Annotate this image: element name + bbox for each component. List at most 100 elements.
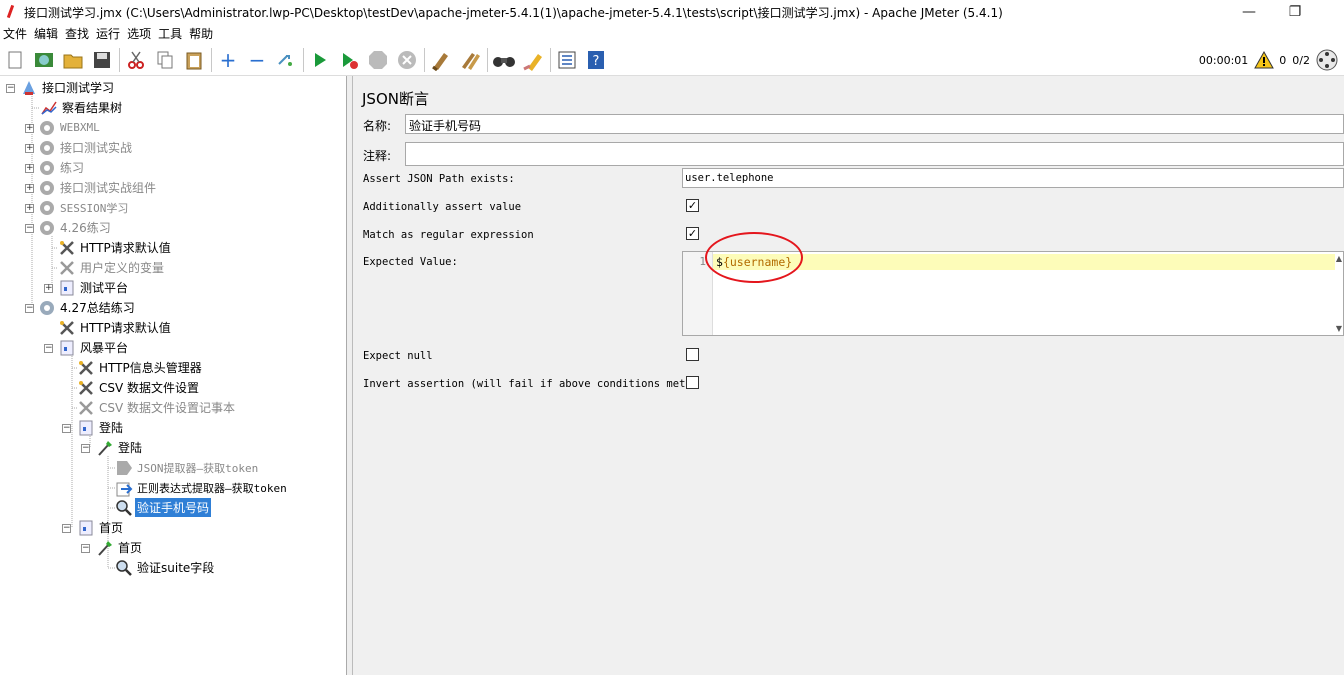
menu-file[interactable]: 文件 <box>0 25 31 42</box>
json-path-input[interactable]: user.telephone <box>682 168 1344 188</box>
search-icon[interactable] <box>492 48 516 72</box>
menu-help[interactable]: 帮助 <box>186 25 217 42</box>
gear-icon <box>38 119 56 137</box>
new-icon[interactable] <box>3 48 27 72</box>
controller-icon <box>77 419 95 437</box>
collapse-toggle[interactable]: − <box>62 524 71 533</box>
collapse-toggle[interactable]: − <box>44 344 53 353</box>
stop-icon[interactable] <box>366 48 390 72</box>
assert-value-checkbox[interactable]: ✓ <box>686 199 699 212</box>
templates-icon[interactable] <box>32 48 56 72</box>
cut-icon[interactable] <box>124 48 148 72</box>
expand-icon[interactable]: + <box>216 48 240 72</box>
tree-node-assertion[interactable]: 验证suite字段 <box>115 558 216 577</box>
tree-node-csv-config[interactable]: CSV 数据文件设置记事本 <box>77 398 237 417</box>
comment-label: 注释: <box>363 149 392 163</box>
tree-node-thread-group[interactable]: WEBXML <box>38 118 102 137</box>
regex-checkbox[interactable]: ✓ <box>686 227 699 240</box>
gear-icon <box>38 299 56 317</box>
expand-toggle[interactable]: + <box>25 124 34 133</box>
tree-node-thread-group[interactable]: 4.27总结练习 <box>38 298 137 317</box>
controller-icon <box>58 279 76 297</box>
collapse-toggle[interactable]: − <box>25 224 34 233</box>
menu-run[interactable]: 运行 <box>93 25 124 42</box>
expand-toggle[interactable]: + <box>44 284 53 293</box>
warning-icon[interactable] <box>1254 51 1275 69</box>
panel-title: JSON断言 <box>362 90 429 108</box>
clear-all-icon[interactable] <box>458 48 482 72</box>
collapse-icon[interactable]: − <box>245 48 269 72</box>
tree-node-thread-group[interactable]: 接口测试实战组件 <box>38 178 158 197</box>
gear-icon <box>38 219 56 237</box>
tree-node-view-results-tree[interactable]: 察看结果树 <box>40 98 124 117</box>
name-input[interactable]: 验证手机号码 <box>405 114 1344 134</box>
collapse-toggle[interactable]: − <box>81 544 90 553</box>
tree-node-controller[interactable]: 风暴平台 <box>58 338 130 357</box>
magnifier-icon <box>115 559 133 577</box>
scroll-down-arrow[interactable]: ▼ <box>1336 324 1342 333</box>
clear-icon[interactable] <box>429 48 453 72</box>
function-helper-icon[interactable] <box>555 48 579 72</box>
tree-node-thread-group[interactable]: SESSION学习 <box>38 198 130 217</box>
menu-search[interactable]: 查找 <box>62 25 93 42</box>
tree-node-json-assertion[interactable]: 验证手机号码 <box>115 498 212 517</box>
thread-count: 0/2 <box>1292 53 1310 67</box>
copy-icon[interactable] <box>153 48 177 72</box>
tree-node-thread-group[interactable]: 练习 <box>38 158 86 177</box>
paste-icon[interactable] <box>182 48 206 72</box>
shutdown-icon[interactable] <box>395 48 419 72</box>
tree-node-http-defaults[interactable]: HTTP请求默认值 <box>58 318 173 337</box>
tree-node-regex-extractor[interactable]: 正则表达式提取器—获取token <box>115 478 289 497</box>
tree-node-http-defaults[interactable]: HTTP请求默认值 <box>58 238 173 257</box>
start-icon[interactable] <box>308 48 332 72</box>
expect-null-checkbox[interactable] <box>686 348 699 361</box>
warning-count: 0 <box>1279 53 1287 67</box>
expected-value-label: Expected Value: <box>363 256 458 268</box>
collapse-toggle[interactable]: − <box>25 304 34 313</box>
tree-node-json-extractor[interactable]: JSON提取器—获取token <box>115 458 260 477</box>
wrench-icon <box>77 399 95 417</box>
collapse-toggle[interactable]: − <box>81 444 90 453</box>
minimize-button[interactable]: — <box>1226 0 1272 24</box>
menu-tools[interactable]: 工具 <box>155 25 186 42</box>
tree-node-thread-group[interactable]: 接口测试实战 <box>38 138 134 157</box>
expand-toggle[interactable]: + <box>25 184 34 193</box>
toggle-icon[interactable] <box>274 48 298 72</box>
save-icon[interactable] <box>90 48 114 72</box>
menu-edit[interactable]: 编辑 <box>31 25 62 42</box>
wrench-icon <box>77 359 95 377</box>
tree-node-controller[interactable]: 登陆 <box>77 418 125 437</box>
wrench-icon <box>77 379 95 397</box>
expand-toggle[interactable]: + <box>25 164 34 173</box>
tree-node-test-plan[interactable]: 接口测试学习 <box>20 78 116 97</box>
gear-icon <box>38 199 56 217</box>
maximize-button[interactable]: ❐ <box>1272 0 1318 24</box>
open-icon[interactable] <box>61 48 85 72</box>
collapse-toggle[interactable]: − <box>62 424 71 433</box>
reset-search-icon[interactable] <box>521 48 545 72</box>
tree-node-thread-group[interactable]: 4.26练习 <box>38 218 113 237</box>
tree-node-header-manager[interactable]: HTTP信息头管理器 <box>77 358 204 377</box>
tree-node-sampler[interactable]: 首页 <box>96 538 144 557</box>
tree-node-csv-config[interactable]: CSV 数据文件设置 <box>77 378 201 397</box>
gear-icon <box>38 159 56 177</box>
invert-label: Invert assertion (will fail if above con… <box>363 378 692 390</box>
tree-node-sampler[interactable]: 登陆 <box>96 438 144 457</box>
controller-icon <box>58 339 76 357</box>
tree-node-user-variables[interactable]: 用户定义的变量 <box>58 258 166 277</box>
start-no-pause-icon[interactable] <box>337 48 361 72</box>
invert-checkbox[interactable] <box>686 376 699 389</box>
wrench-icon <box>58 319 76 337</box>
tree-node-controller[interactable]: 首页 <box>77 518 125 537</box>
help-icon[interactable]: ? <box>584 48 608 72</box>
tree-node-controller[interactable]: 测试平台 <box>58 278 130 297</box>
expected-value-line[interactable]: ${username} <box>713 254 1335 270</box>
collapse-toggle[interactable]: − <box>6 84 15 93</box>
scroll-up-arrow[interactable]: ▲ <box>1336 254 1342 263</box>
test-plan-icon <box>20 79 38 97</box>
menu-options[interactable]: 选项 <box>124 25 155 42</box>
expand-toggle[interactable]: + <box>25 204 34 213</box>
expand-toggle[interactable]: + <box>25 144 34 153</box>
json-assertion-panel: JSON断言 名称: 验证手机号码 注释: Assert JSON Path e… <box>353 76 1344 675</box>
comment-input[interactable] <box>405 142 1344 166</box>
